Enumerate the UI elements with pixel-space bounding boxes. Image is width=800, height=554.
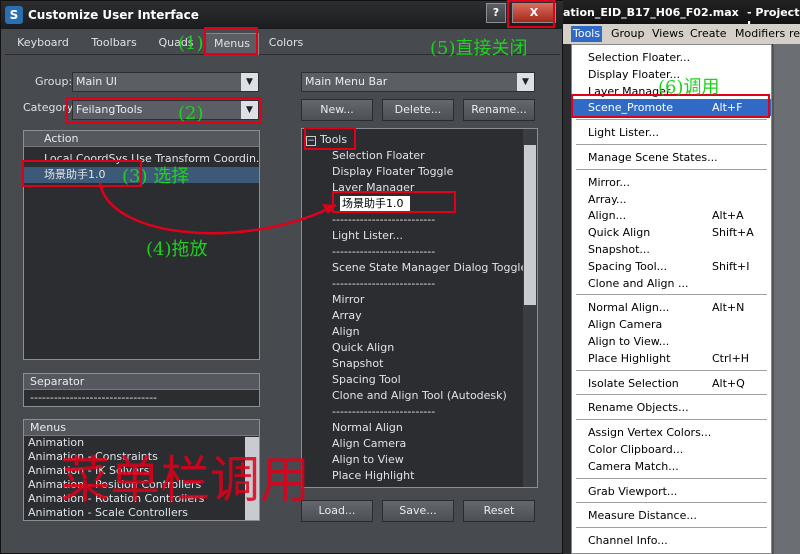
annotation-1: (1) bbox=[178, 33, 204, 54]
annotation-4: (4)拖放 bbox=[146, 239, 208, 260]
big-caption: 菜单栏调用 bbox=[60, 451, 310, 509]
annotation-2: (2) bbox=[178, 103, 204, 124]
annotation-6: (6)调用 bbox=[658, 77, 720, 98]
annotation-3: (3) 选择 bbox=[122, 166, 190, 187]
arrow-curve bbox=[98, 182, 337, 235]
arrow-head bbox=[322, 204, 336, 214]
annotation-5: (5)直接关闭 bbox=[430, 38, 528, 59]
